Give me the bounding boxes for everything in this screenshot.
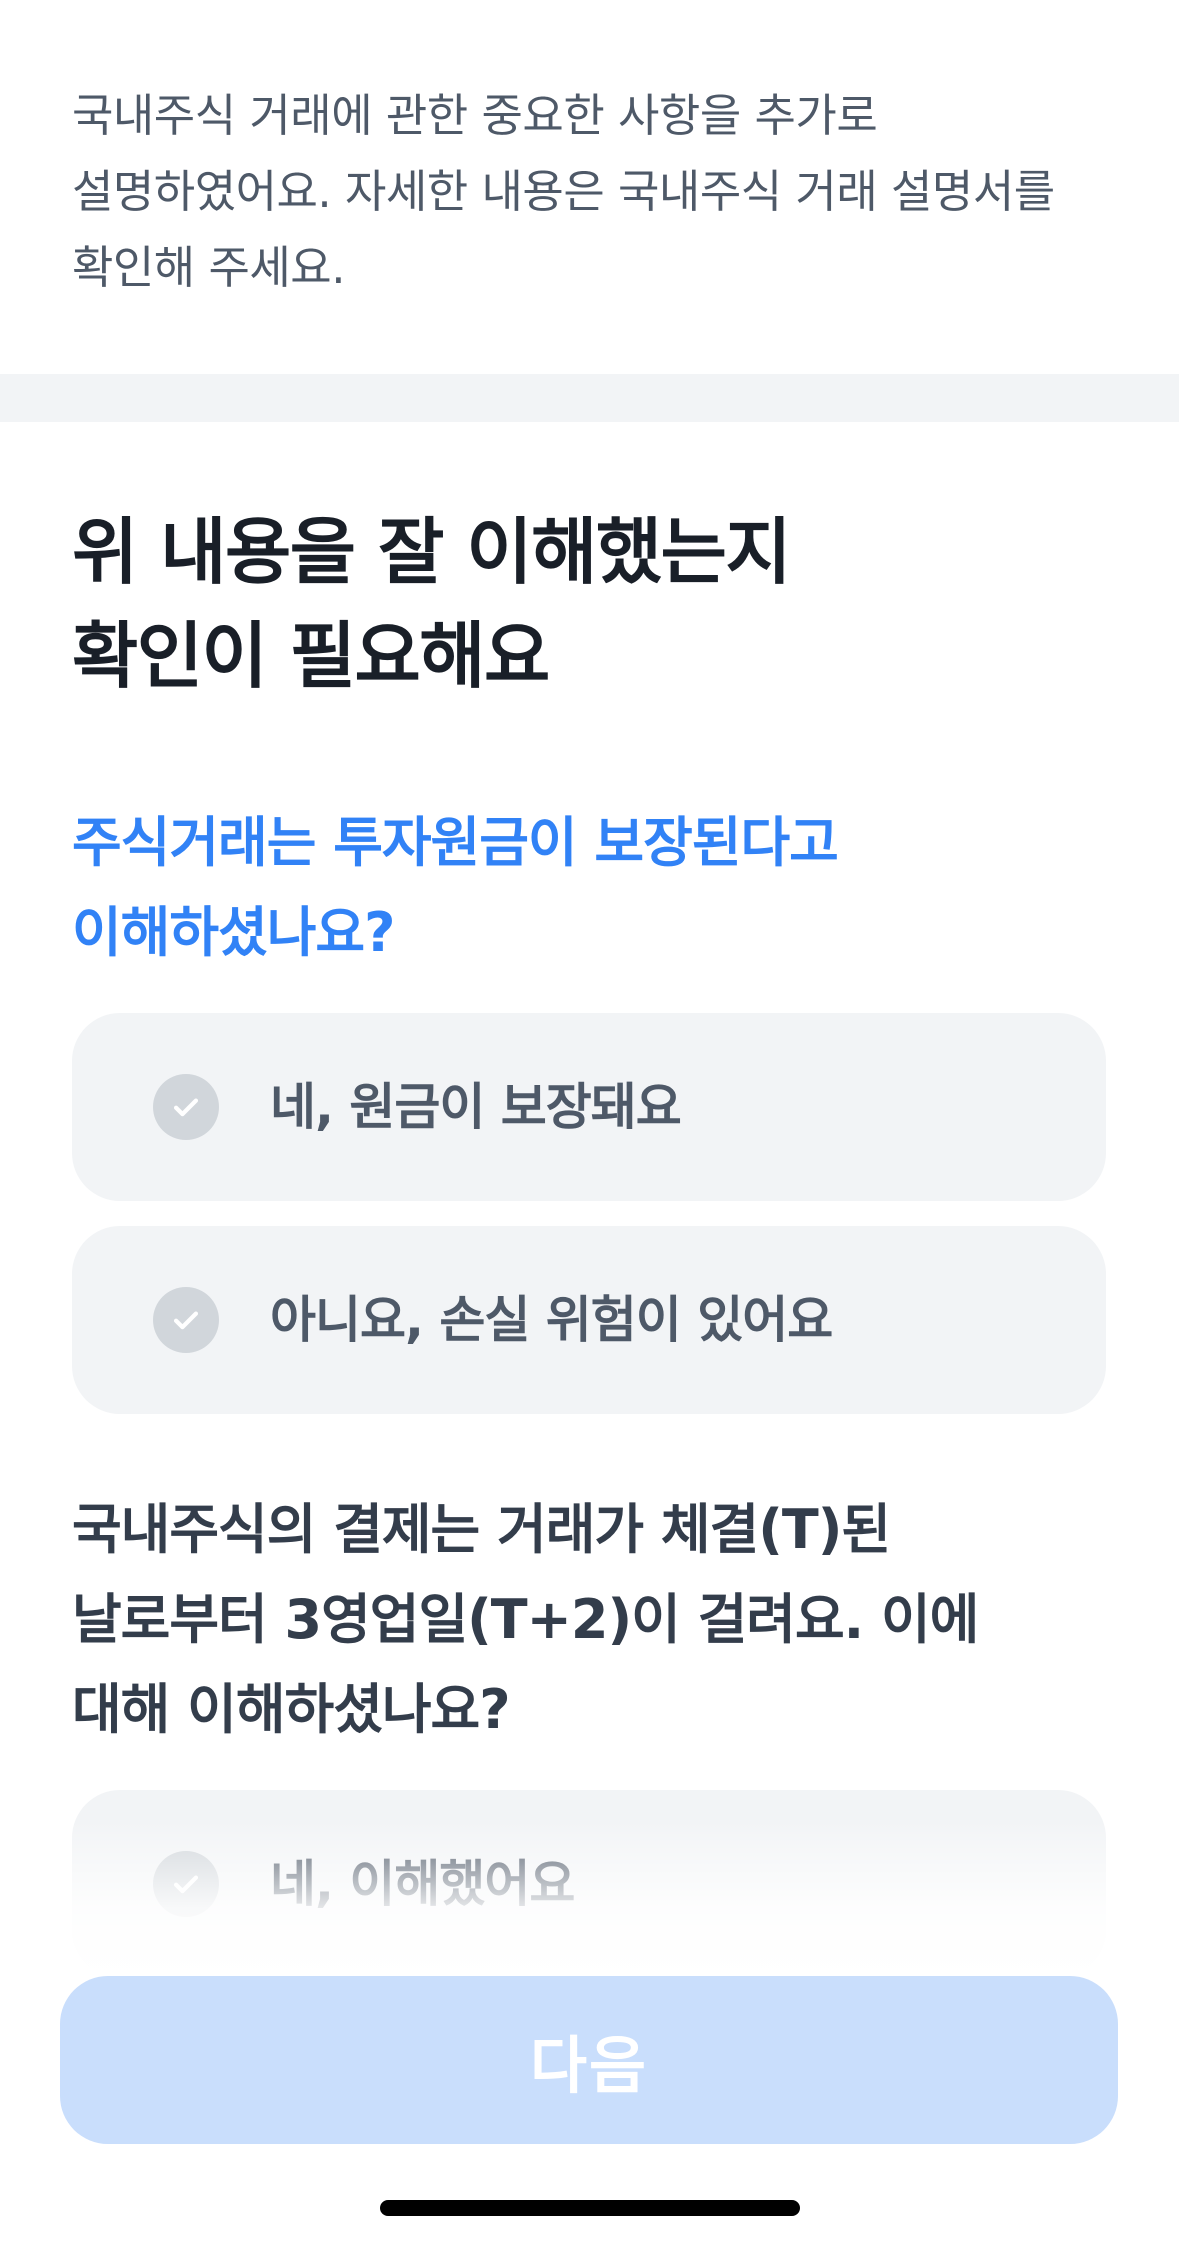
question-2-line-1: 국내주식의 결제는 거래가 체결(T)된 [72,1498,891,1561]
option-label: 아니요, 손실 위험이 있어요 [270,1291,833,1349]
page-title-line-2: 확인이 필요해요 [72,614,550,698]
question-1: 주식거래는 투자원금이 보장된다고 이해하셨나요? [72,798,1112,978]
question-1-line-1: 주식거래는 투자원금이 보장된다고 [72,811,839,874]
question-2-line-2: 날로부터 3영업일(T+2)이 걸려요. 이에 [72,1588,979,1651]
option-label: 네, 이해했어요 [270,1855,575,1913]
option-label: 네, 원금이 보장돼요 [270,1078,682,1136]
section-divider [0,374,1179,422]
question-2-line-3: 대해 이해하셨나요? [72,1678,511,1741]
check-circle-icon [153,1287,219,1353]
option-principal-guaranteed[interactable]: 네, 원금이 보장돼요 [72,1013,1106,1201]
home-indicator [380,2200,800,2216]
option-understood[interactable]: 네, 이해했어요 [72,1790,1106,1978]
check-circle-icon [153,1851,219,1917]
question-2: 국내주식의 결제는 거래가 체결(T)된 날로부터 3영업일(T+2)이 걸려요… [72,1485,1112,1755]
intro-line-1: 국내주식 거래에 관한 중요한 사항을 추가로 [72,89,878,142]
check-circle-icon [153,1074,219,1140]
next-button[interactable]: 다음 [60,1976,1118,2144]
screen: 국내주식 거래에 관한 중요한 사항을 추가로 설명하였어요. 자세한 내용은 … [0,0,1179,2245]
question-1-line-2: 이해하셨나요? [72,901,395,964]
intro-text: 국내주식 거래에 관한 중요한 사항을 추가로 설명하였어요. 자세한 내용은 … [72,78,1112,306]
page-title-line-1: 위 내용을 잘 이해했는지 [72,510,792,594]
option-loss-risk[interactable]: 아니요, 손실 위험이 있어요 [72,1226,1106,1414]
page-title: 위 내용을 잘 이해했는지 확인이 필요해요 [72,500,1112,708]
intro-line-3: 확인해 주세요. [72,241,346,294]
intro-line-2: 설명하였어요. 자세한 내용은 국내주식 거래 설명서를 [72,165,1055,218]
